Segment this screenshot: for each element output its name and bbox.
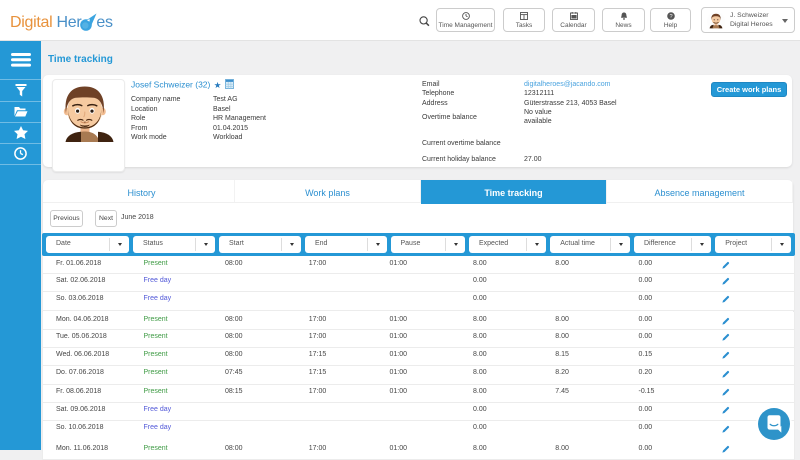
svg-text:?: ? bbox=[669, 14, 672, 20]
